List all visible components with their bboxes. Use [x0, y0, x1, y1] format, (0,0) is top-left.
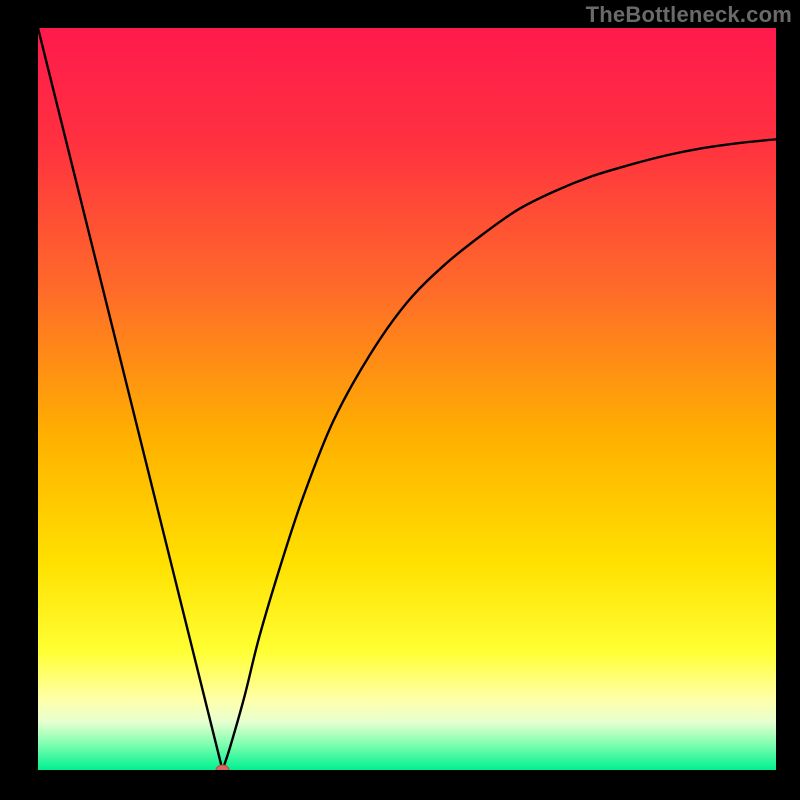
- minimum-marker: [216, 765, 229, 775]
- plot-background: [38, 28, 776, 770]
- watermark-text: TheBottleneck.com: [586, 2, 792, 28]
- bottleneck-chart: [0, 0, 800, 800]
- chart-frame: TheBottleneck.com: [0, 0, 800, 800]
